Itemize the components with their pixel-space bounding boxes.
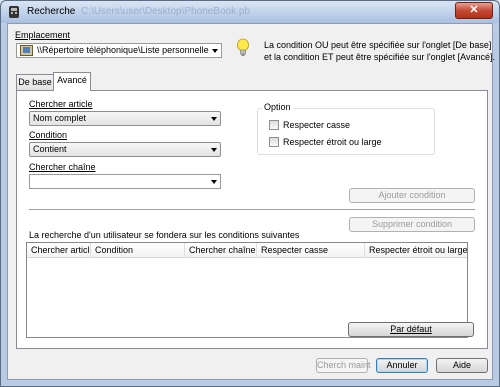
chevron-down-icon bbox=[211, 180, 217, 184]
column-header[interactable]: Condition bbox=[91, 243, 185, 258]
chevron-down-icon bbox=[211, 117, 217, 121]
emplacement-value: \\Répertoire téléphonique\Liste personne… bbox=[37, 45, 209, 55]
par-defaut-button[interactable]: Par défaut bbox=[348, 322, 474, 337]
option-title: Option bbox=[262, 102, 293, 112]
chevron-down-icon bbox=[212, 49, 218, 53]
emplacement-label: Emplacement bbox=[15, 30, 71, 40]
close-icon: ✕ bbox=[469, 4, 479, 16]
search-dialog: Recherche C:\Users\user\Desktop\PhoneBoo… bbox=[0, 0, 500, 387]
conditions-list-header: Chercher article Condition Chercher chaî… bbox=[27, 243, 467, 258]
window-title-path: C:\Users\user\Desktop\PhoneBook.pb bbox=[81, 6, 250, 17]
ajouter-condition-button[interactable]: Ajouter condition bbox=[349, 188, 475, 203]
chercher-chaine-combo[interactable] bbox=[29, 174, 221, 189]
respecter-casse-checkbox[interactable] bbox=[269, 120, 279, 130]
respecter-casse-label[interactable]: Respecter casse bbox=[283, 120, 350, 130]
hint-line-1: La condition OU peut être spécifiée sur … bbox=[264, 40, 492, 50]
column-header[interactable]: Respecter étroit ou large bbox=[365, 243, 467, 258]
window-title: Recherche bbox=[27, 6, 76, 17]
chevron-down-icon bbox=[211, 148, 217, 152]
column-header[interactable]: Chercher article bbox=[27, 243, 91, 258]
dialog-body: Emplacement \\Répertoire téléphonique\Li… bbox=[7, 23, 496, 380]
close-button[interactable]: ✕ bbox=[455, 2, 493, 19]
respecter-etroit-label[interactable]: Respecter étroit ou large bbox=[283, 137, 382, 147]
condition-label: Condition bbox=[29, 130, 68, 140]
app-icon bbox=[9, 6, 19, 18]
emplacement-select[interactable]: \\Répertoire téléphonique\Liste personne… bbox=[16, 43, 222, 58]
condition-select[interactable]: Contient bbox=[29, 142, 221, 157]
conditions-caption: La recherche d'un utilisateur se fondera… bbox=[29, 230, 300, 240]
condition-value: Contient bbox=[33, 144, 67, 154]
chercher-article-label: Chercher article bbox=[29, 99, 93, 109]
option-groupbox bbox=[257, 108, 435, 155]
aide-button[interactable]: Aide bbox=[436, 358, 488, 373]
phonebook-icon bbox=[20, 45, 33, 56]
chercher-maintenant-button[interactable]: Cherch maint bbox=[316, 358, 371, 373]
separator bbox=[29, 209, 475, 211]
par-defaut-label: Par défaut bbox=[390, 324, 432, 334]
tab-de-base[interactable]: De base bbox=[16, 74, 54, 90]
column-header[interactable]: Chercher chaîne bbox=[185, 243, 257, 258]
respecter-etroit-checkbox[interactable] bbox=[269, 137, 279, 147]
lightbulb-icon bbox=[237, 38, 249, 56]
chercher-article-value: Nom complet bbox=[33, 113, 87, 123]
hint-line-2: et la condition ET peut être spécifiée s… bbox=[264, 52, 496, 62]
column-header[interactable]: Respecter casse bbox=[257, 243, 365, 258]
title-bar[interactable]: Recherche C:\Users\user\Desktop\PhoneBoo… bbox=[1, 1, 499, 23]
annuler-button[interactable]: Annuler bbox=[376, 358, 428, 373]
chercher-article-select[interactable]: Nom complet bbox=[29, 111, 221, 126]
tab-avance[interactable]: Avancé bbox=[53, 72, 91, 91]
chercher-chaine-label: Chercher chaîne bbox=[29, 162, 96, 172]
supprimer-condition-button[interactable]: Supprimer condition bbox=[349, 217, 475, 232]
